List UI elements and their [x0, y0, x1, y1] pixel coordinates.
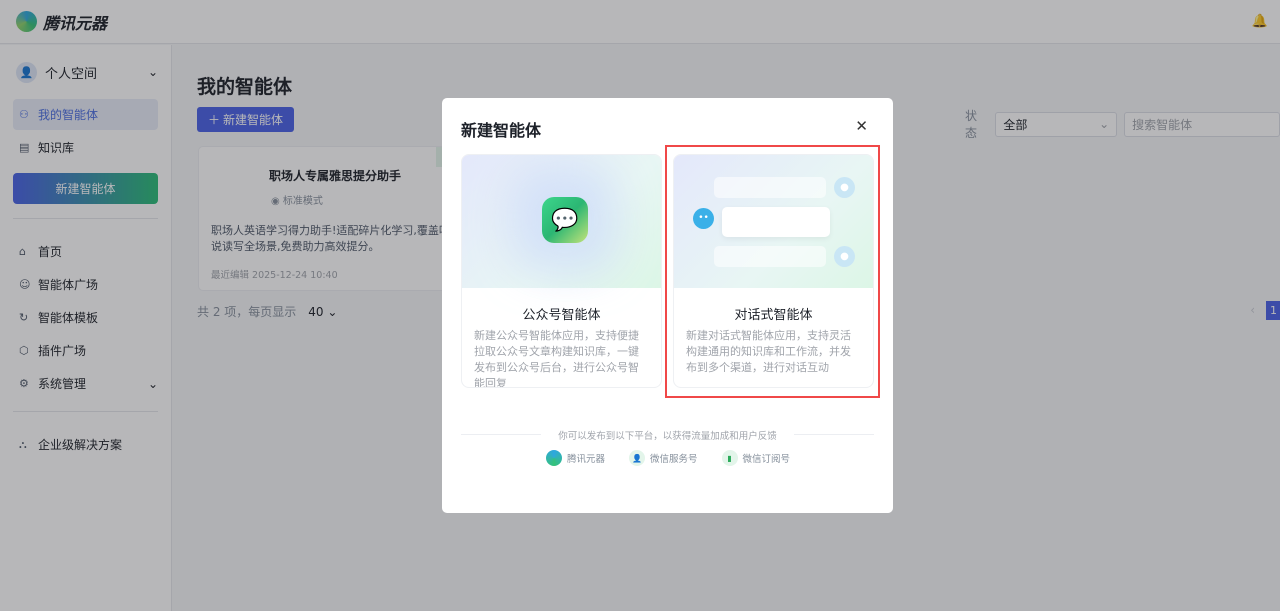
option-title: 公众号智能体: [522, 308, 601, 323]
platform-label: 腾讯元器: [567, 454, 606, 465]
dialog-title: 新建智能体: [461, 121, 542, 140]
platform-service-account: 👤 微信服务号: [629, 450, 698, 466]
subscription-account-icon: ▮: [721, 450, 738, 466]
platform-yuanqi: 腾讯元器: [546, 450, 605, 466]
platform-subscription-account: ▮ 微信订阅号: [721, 450, 791, 466]
platform-label: 微信订阅号: [742, 454, 791, 465]
option-official-account-agent[interactable]: 💬 公众号智能体 新建公众号智能体应用，支持便捷拉取公众号文章构建知识库，一键发…: [461, 154, 662, 388]
highlight-box: [665, 145, 880, 398]
platform-label: 微信服务号: [650, 454, 698, 465]
service-account-icon: 👤: [629, 450, 646, 466]
wechat-illustration: 💬: [462, 155, 661, 288]
wechat-icon: 💬: [542, 197, 588, 243]
yuanqi-icon: [546, 450, 562, 466]
close-icon[interactable]: ✕: [855, 117, 868, 135]
option-description: 新建公众号智能体应用，支持便捷拉取公众号文章构建知识库，一键发布到公众号后台，进…: [474, 329, 639, 388]
platform-list: 腾讯元器 👤 微信服务号 ▮ 微信订阅号: [546, 450, 790, 466]
publish-hint: 你可以发布到以下平台，以获得流量加成和用户反馈: [461, 428, 874, 442]
